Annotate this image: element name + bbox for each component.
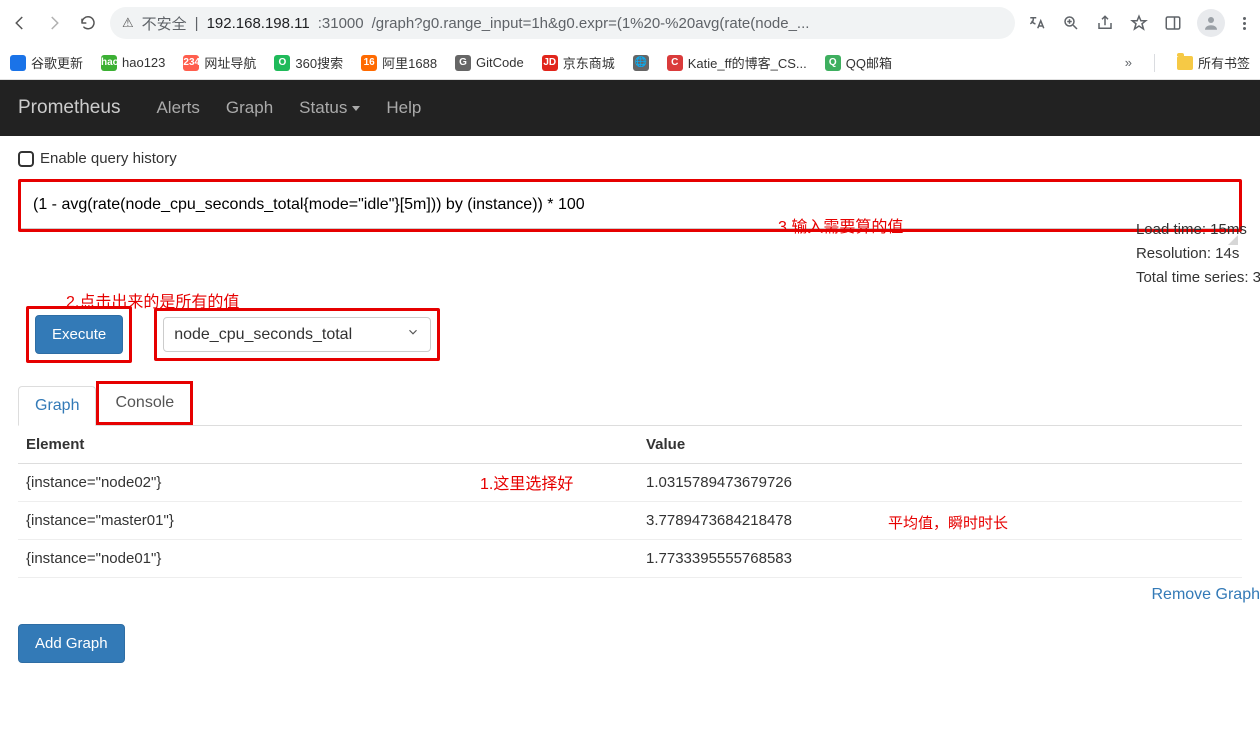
- bookmarks-bar: 谷歌更新 haohao123 2345网址导航 O360搜索 16阿里1688 GGitC…: [0, 46, 1260, 80]
- zoom-icon[interactable]: [1061, 13, 1081, 33]
- browser-toolbar: ⚠ 不安全 | 192.168.198.11:31000/graph?g0.ra…: [0, 0, 1260, 46]
- bookmark-item[interactable]: 2345网址导航: [183, 53, 256, 72]
- address-bar[interactable]: ⚠ 不安全 | 192.168.198.11:31000/graph?g0.ra…: [110, 7, 1015, 39]
- url-path: /graph?g0.range_input=1h&g0.expr=(1%20-%…: [372, 15, 810, 32]
- favicon: Q: [825, 55, 841, 71]
- profile-avatar[interactable]: [1197, 9, 1225, 37]
- annotation-3: 3.输入需要算的值: [778, 213, 903, 237]
- folder-icon: [1177, 56, 1193, 70]
- prometheus-brand[interactable]: Prometheus: [18, 97, 120, 119]
- add-graph-button[interactable]: Add Graph: [18, 624, 125, 663]
- query-input-highlight: [18, 179, 1242, 232]
- favicon: [10, 55, 26, 71]
- table-row: {instance="node02"} 1.0315789473679726: [18, 464, 1242, 502]
- prometheus-navbar: Prometheus Alerts Graph Status Help: [0, 80, 1260, 136]
- back-button[interactable]: [10, 13, 30, 33]
- bookmark-item[interactable]: haohao123: [101, 55, 165, 71]
- remove-graph-link[interactable]: Remove Graph: [1152, 586, 1260, 603]
- url-host: 192.168.198.11: [207, 15, 310, 32]
- bookmark-item[interactable]: GGitCode: [455, 55, 524, 71]
- bookmark-item[interactable]: 16阿里1688: [361, 53, 437, 72]
- metric-select[interactable]: node_cpu_seconds_total: [163, 317, 431, 352]
- resize-handle[interactable]: [18, 232, 1242, 246]
- bookmark-item[interactable]: CKatie_ff的博客_CS...: [667, 53, 807, 72]
- enable-history-checkbox[interactable]: [18, 151, 34, 167]
- all-bookmarks-folder[interactable]: 所有书签: [1177, 53, 1250, 72]
- chevron-down-icon: [352, 106, 360, 111]
- console-tab-highlight: Console: [96, 381, 193, 425]
- col-element: Element: [26, 436, 646, 453]
- nav-help[interactable]: Help: [386, 98, 421, 118]
- query-stats: Load time: 15ms Resolution: 14s Total ti…: [1136, 218, 1260, 290]
- favicon: G: [455, 55, 471, 71]
- nav-graph[interactable]: Graph: [226, 98, 273, 118]
- bookmark-item[interactable]: 谷歌更新: [10, 53, 83, 72]
- favicon: O: [274, 55, 290, 71]
- reload-button[interactable]: [78, 13, 98, 33]
- favicon: C: [667, 55, 683, 71]
- insecure-icon: ⚠: [122, 15, 134, 31]
- metric-select-highlight: node_cpu_seconds_total: [154, 308, 440, 361]
- bookmark-item[interactable]: O360搜索: [274, 53, 343, 72]
- query-input[interactable]: [21, 182, 1239, 229]
- translate-icon[interactable]: [1027, 13, 1047, 33]
- sidepanel-icon[interactable]: [1163, 13, 1183, 33]
- bookmarks-overflow[interactable]: »: [1125, 55, 1132, 70]
- col-value: Value: [646, 436, 1234, 453]
- tab-console[interactable]: Console: [99, 384, 190, 422]
- menu-icon[interactable]: [1239, 17, 1250, 30]
- table-row: {instance="node01"} 1.7733395555768583: [18, 540, 1242, 578]
- bookmark-item[interactable]: 🌐: [633, 55, 649, 71]
- favicon: 16: [361, 55, 377, 71]
- bookmark-item[interactable]: JD京东商城: [542, 53, 615, 72]
- share-icon[interactable]: [1095, 13, 1115, 33]
- bookmark-item[interactable]: QQQ邮箱: [825, 53, 892, 72]
- nav-status[interactable]: Status: [299, 98, 360, 118]
- bookmark-star-icon[interactable]: [1129, 13, 1149, 33]
- enable-history-label: Enable query history: [40, 150, 177, 167]
- forward-button[interactable]: [44, 13, 64, 33]
- table-row: {instance="master01"} 3.7789473684218478…: [18, 502, 1242, 540]
- chevron-down-icon: [406, 325, 420, 344]
- favicon: 🌐: [633, 55, 649, 71]
- security-label: 不安全: [142, 13, 187, 34]
- results-table: Element Value {instance="node02"} 1.0315…: [18, 426, 1242, 578]
- nav-alerts[interactable]: Alerts: [156, 98, 199, 118]
- favicon: 2345: [183, 55, 199, 71]
- execute-highlight: Execute: [26, 306, 132, 363]
- tab-graph[interactable]: Graph: [18, 386, 96, 426]
- favicon: JD: [542, 55, 558, 71]
- favicon: hao: [101, 55, 117, 71]
- execute-button[interactable]: Execute: [35, 315, 123, 354]
- annotation-4: 平均值，瞬时时长: [888, 512, 1008, 533]
